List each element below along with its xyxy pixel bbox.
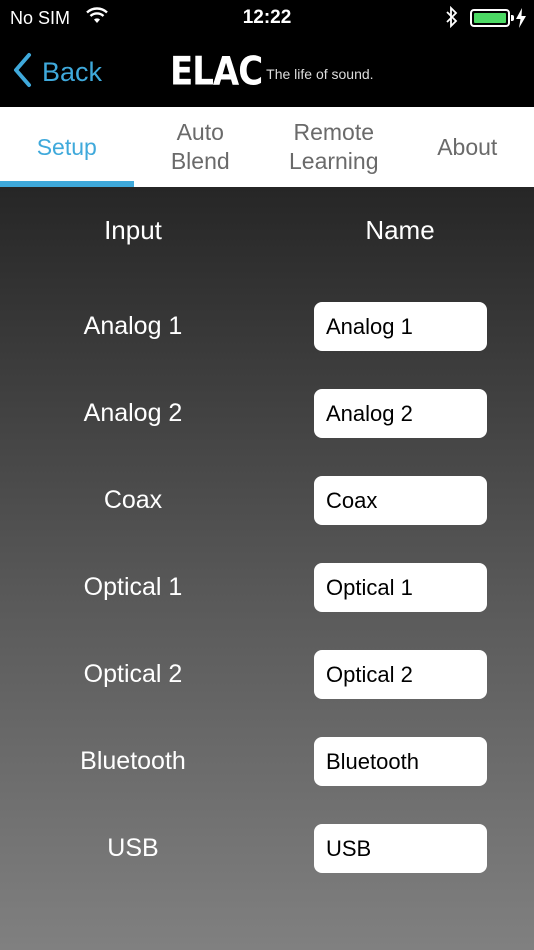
input-label: Bluetooth [80, 747, 186, 775]
brand-tagline: The life of sound. [266, 66, 374, 82]
input-row-optical-1: Optical 1 [0, 563, 534, 612]
tab-about[interactable]: About [401, 107, 534, 187]
name-column-header: Name [365, 215, 435, 245]
bluetooth-icon [445, 5, 459, 33]
input-row-analog-2: Analog 2 [0, 389, 534, 438]
input-name-field[interactable] [314, 563, 487, 612]
input-name-field[interactable] [314, 650, 487, 699]
input-label: Analog 1 [83, 312, 183, 340]
input-label: Coax [103, 486, 163, 514]
input-name-field[interactable] [314, 302, 487, 351]
input-row-analog-1: Analog 1 [0, 302, 534, 351]
brand: ELAC The life of sound. [170, 49, 374, 95]
input-name-field[interactable] [314, 737, 487, 786]
input-row-usb: USB [0, 824, 534, 873]
input-name-field[interactable] [314, 476, 487, 525]
battery-icon [470, 9, 510, 27]
tab-remote-learning[interactable]: Remote Learning [267, 107, 401, 187]
status-bar: No SIM 12:22 [0, 0, 534, 36]
input-row-coax: Coax [0, 476, 534, 525]
input-row-optical-2: Optical 2 [0, 650, 534, 699]
input-label: Optical 1 [83, 573, 183, 601]
elac-logo: ELAC [170, 49, 263, 95]
back-button[interactable]: Back [12, 52, 102, 92]
navigation-bar: Back ELAC The life of sound. [0, 36, 534, 107]
input-row-bluetooth: Bluetooth [0, 737, 534, 786]
tab-about-label: About [437, 133, 498, 160]
tab-auto-blend[interactable]: Auto Blend [134, 107, 268, 187]
input-label: Optical 2 [83, 660, 183, 688]
tab-auto-blend-label: Auto Blend [170, 119, 230, 174]
input-label: Analog 2 [83, 399, 183, 427]
chevron-left-icon [12, 52, 32, 93]
tab-bar: Setup Auto Blend Remote Learning About [0, 107, 534, 187]
input-name-field[interactable] [314, 389, 487, 438]
tab-remote-learning-label: Remote Learning [288, 119, 379, 174]
input-label: USB [107, 834, 159, 862]
back-label: Back [42, 56, 103, 87]
charging-bolt-icon [516, 8, 526, 33]
tab-setup-label: Setup [36, 133, 97, 160]
input-column-header: Input [104, 215, 162, 245]
input-naming-panel: Input Name Analog 1 Analog 2 Coax Optica… [0, 187, 534, 950]
input-name-field[interactable] [314, 824, 487, 873]
battery-tip [511, 15, 514, 21]
tab-setup[interactable]: Setup [0, 107, 134, 187]
